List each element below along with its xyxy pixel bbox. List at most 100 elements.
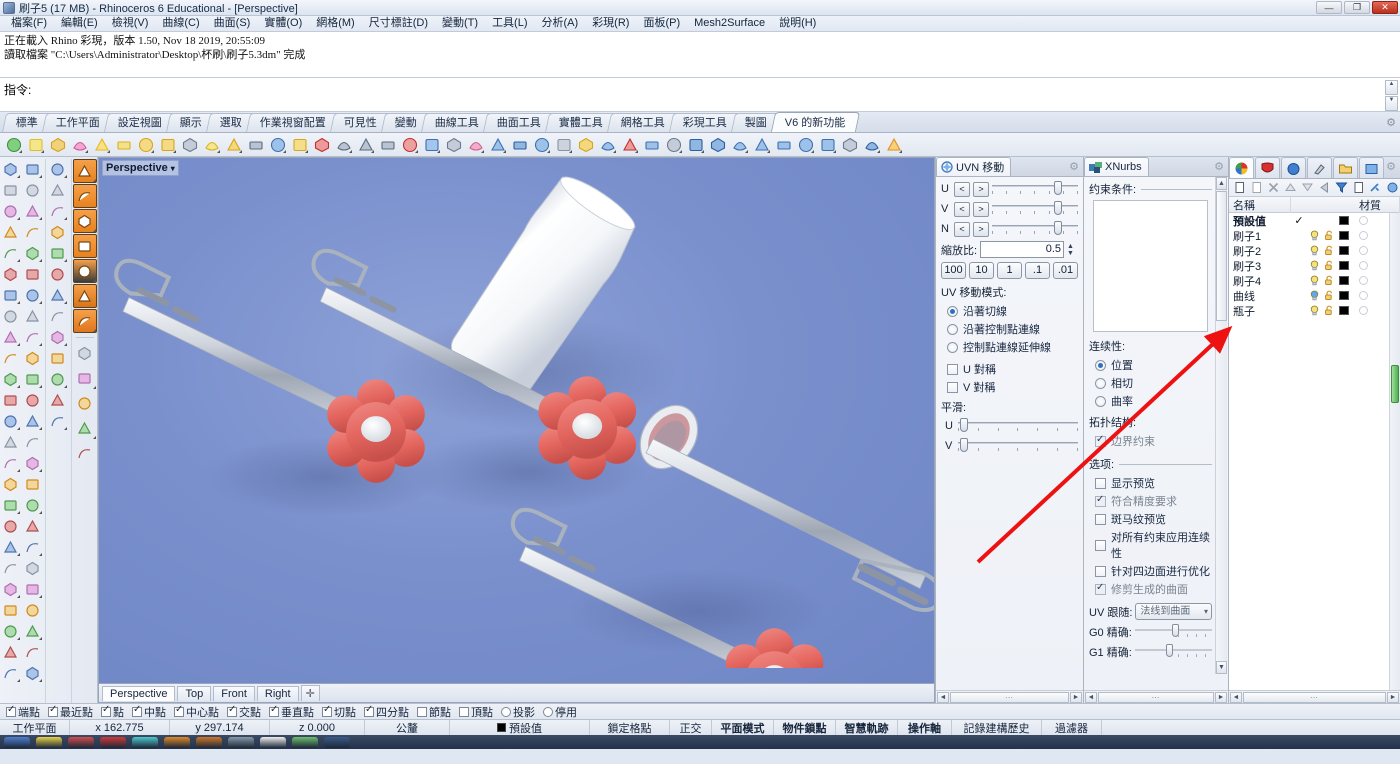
render-globe-icon[interactable] (3, 134, 24, 155)
uvn-smooth-knob-V[interactable] (960, 438, 968, 452)
grid-pink-icon[interactable] (48, 264, 68, 284)
toolbar-tab-2[interactable]: 設定視圖 (104, 113, 176, 132)
layers-tool-filter[interactable] (1333, 180, 1349, 196)
xnurbs-g0-slider[interactable] (1135, 624, 1212, 640)
layers-horizontal-scrollbar[interactable]: ◄ ⋯ ► (1229, 690, 1400, 703)
uvn-scale-spinner[interactable]: ▲▼ (1067, 243, 1078, 257)
layer-row-3[interactable]: 刷子3 (1229, 258, 1400, 273)
uvn-symmetry-row-1[interactable]: V 對稱 (947, 379, 1078, 395)
sweep1-icon[interactable] (23, 432, 43, 452)
light-bulb-icon[interactable] (25, 134, 46, 155)
xnurbs-option-checkbox-0[interactable] (1095, 478, 1106, 489)
osnap-item-7[interactable]: 切點 (319, 704, 359, 720)
uvn-U-next-button[interactable]: > (973, 182, 989, 197)
cage-icon[interactable] (48, 306, 68, 326)
menu-item-8[interactable]: 變動(T) (435, 16, 485, 31)
uvn-smooth-slider-U[interactable] (958, 418, 1078, 434)
xnurbs-option-row-2[interactable]: 斑马纹预览 (1095, 511, 1212, 527)
status-cell-7[interactable]: 正交 (670, 720, 712, 735)
menu-item-13[interactable]: Mesh2Surface (687, 16, 772, 31)
view-diagonal-icon[interactable] (73, 441, 97, 465)
viewport-title[interactable]: Perspective ▾ (102, 160, 179, 176)
xnurbs-g1-slider[interactable] (1135, 644, 1212, 660)
uvn-mode-row-2[interactable]: 控制點連線延伸線 (947, 339, 1078, 355)
menu-item-4[interactable]: 曲面(S) (207, 16, 258, 31)
layer-color-swatch-3[interactable] (1339, 261, 1349, 270)
layers-scroll-thumb[interactable] (1391, 365, 1399, 403)
tool-19-icon[interactable] (23, 558, 43, 578)
taskbar-item-2[interactable] (68, 737, 94, 748)
curve-through-icon[interactable] (23, 180, 43, 200)
layer-color-swatch-6[interactable] (1339, 306, 1349, 315)
osnap-item-12[interactable]: 停用 (540, 704, 580, 720)
layer-material-button-3[interactable] (1359, 261, 1368, 270)
dim-icon[interactable] (23, 453, 43, 473)
menu-item-1[interactable]: 編輯(E) (54, 16, 105, 31)
trash-icon[interactable] (48, 369, 68, 389)
osnap-checkbox-7[interactable] (322, 707, 332, 717)
layer-material-button-5[interactable] (1359, 291, 1368, 300)
tool-24-icon[interactable] (1, 663, 21, 683)
status-cell-5[interactable]: 預設值 (450, 720, 590, 735)
brick-texture-icon[interactable] (73, 284, 97, 308)
toolbar-tab-11[interactable]: 網格工具 (607, 113, 679, 132)
layers-tab-materials-icon[interactable] (1281, 157, 1306, 178)
uvn-U-prev-button[interactable]: < (954, 182, 970, 197)
select-icon[interactable] (1, 159, 21, 179)
osnap-item-11[interactable]: 投影 (498, 704, 538, 720)
uvn-mode-row-1[interactable]: 沿著控制點連線 (947, 321, 1078, 337)
xnurbs-continuity-row-0[interactable]: 位置 (1095, 357, 1212, 373)
xnurbs-hscroll-thumb[interactable]: ⋯ (1098, 692, 1214, 703)
osnap-item-6[interactable]: 垂直點 (266, 704, 317, 720)
analysis-icon[interactable] (619, 134, 640, 155)
align-left-icon[interactable] (377, 134, 398, 155)
osnap-checkbox-8[interactable] (364, 707, 374, 717)
tool-21-icon[interactable] (1, 600, 21, 620)
chevron-right-orange-icon[interactable] (73, 234, 97, 258)
layers-hscroll-thumb[interactable]: ⋯ (1243, 692, 1386, 703)
uvn-symmetry-row-0[interactable]: U 對稱 (947, 361, 1078, 377)
shade-icon[interactable] (1, 516, 21, 536)
chamfer-icon[interactable] (23, 474, 43, 494)
layer-color-swatch-2[interactable] (1339, 246, 1349, 255)
toolbar-tab-8[interactable]: 曲線工具 (421, 113, 493, 132)
layer-lock-toggle-3[interactable] (1322, 260, 1337, 271)
uvn-horizontal-scrollbar[interactable]: ◄ ⋯ ► (936, 690, 1083, 703)
uvn-mode-radio-0[interactable] (947, 306, 958, 317)
osnap-checkbox-10[interactable] (459, 707, 469, 717)
rectangle-icon[interactable] (23, 222, 43, 242)
flow-surface-icon[interactable] (48, 201, 68, 221)
toolbar-tab-9[interactable]: 曲面工具 (483, 113, 555, 132)
taskbar-item-10[interactable] (324, 737, 350, 748)
ellipse-icon[interactable] (23, 201, 43, 221)
menu-item-12[interactable]: 面板(P) (636, 16, 687, 31)
uvn-symmetry-checkbox-1[interactable] (947, 382, 958, 393)
command-scroll-spinner[interactable]: ▲ ▼ (1385, 80, 1398, 111)
osnap-item-2[interactable]: 點 (98, 704, 127, 720)
command-scroll-up[interactable]: ▲ (1385, 80, 1398, 95)
layers-tool-new-layer[interactable] (1231, 180, 1247, 196)
layer-row-1[interactable]: 刷子1 (1229, 228, 1400, 243)
xnurbs-scroll-up[interactable]: ▲ (1216, 177, 1227, 190)
pen-icon[interactable] (267, 134, 288, 155)
rounded-box-icon[interactable] (817, 134, 838, 155)
uvn-scale-value[interactable]: 0.5 (980, 241, 1064, 258)
xnurbs-continuity-row-1[interactable]: 相切 (1095, 375, 1212, 391)
uvn-smooth-slider-V[interactable] (958, 438, 1078, 454)
monitor-icon[interactable] (509, 134, 530, 155)
u-curve-icon[interactable] (355, 134, 376, 155)
uvn-scroll-thumb[interactable]: ⋯ (950, 692, 1069, 703)
shield-orange-icon[interactable] (73, 159, 97, 183)
osnap-item-8[interactable]: 四分點 (361, 704, 412, 720)
taskbar-item-6[interactable] (196, 737, 222, 748)
layers-scroll-right[interactable]: ► (1387, 692, 1399, 703)
xnurbs-scroll-thumb[interactable] (1216, 191, 1227, 321)
uvn-preset-100[interactable]: 100 (941, 262, 966, 279)
key-icon[interactable] (113, 134, 134, 155)
layers-tool-delete-layer[interactable] (1265, 180, 1281, 196)
layers-vertical-scrollbar[interactable] (1389, 213, 1400, 690)
xnurbs-scroll-left[interactable]: ◄ (1085, 692, 1097, 703)
uvn-mode-radio-2[interactable] (947, 342, 958, 353)
xnurbs-option-row-0[interactable]: 显示预览 (1095, 475, 1212, 491)
uvn-preset-.01[interactable]: .01 (1053, 262, 1078, 279)
